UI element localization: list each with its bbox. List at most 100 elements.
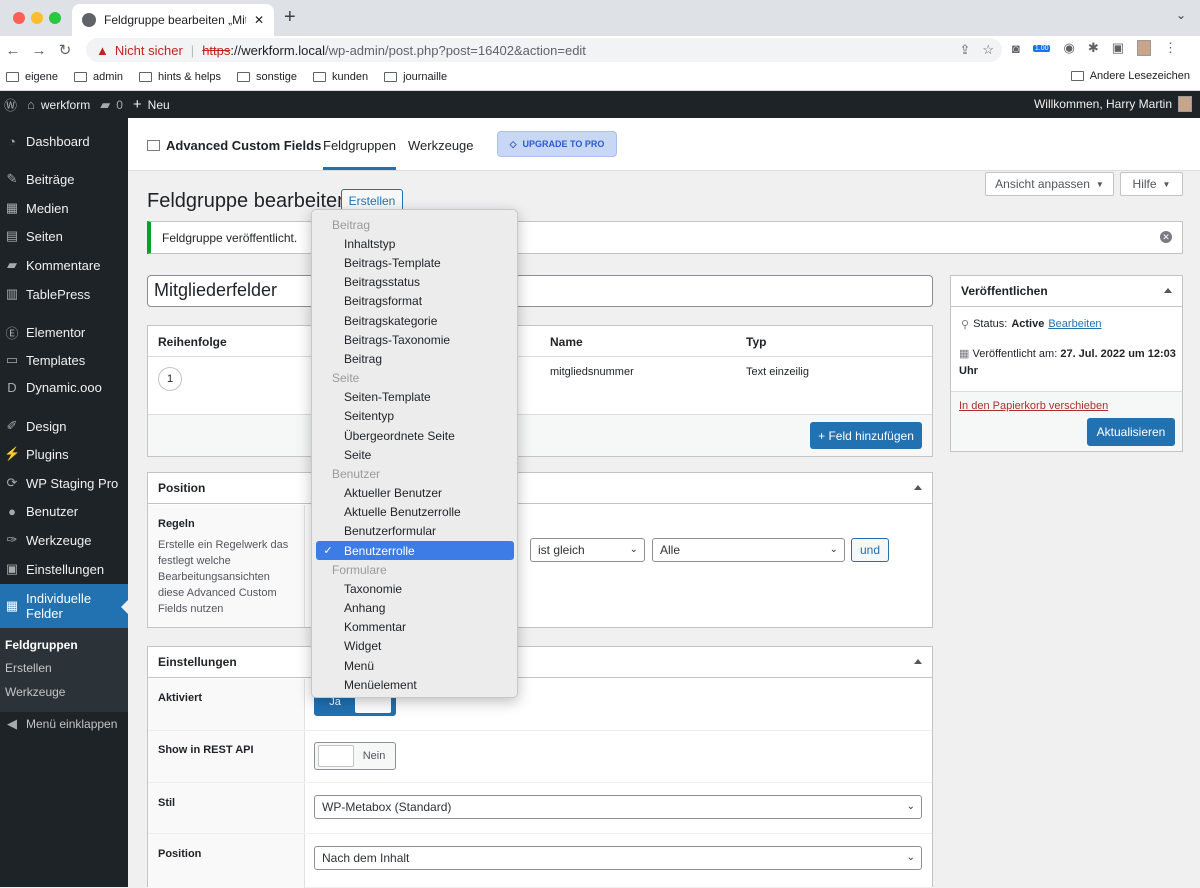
bookmark-folder[interactable]: sonstige [237, 71, 297, 83]
edit-status-link[interactable]: Bearbeiten [1048, 318, 1101, 331]
submenu-item-field-groups[interactable]: Feldgruppen [5, 638, 78, 652]
bookmark-folder[interactable]: journaille [384, 71, 447, 83]
extension-badge[interactable]: 1.00 [1032, 44, 1051, 52]
option-item[interactable]: Beitragsformat [344, 294, 422, 308]
sidebar-item-templates[interactable]: ▭ Templates [0, 352, 128, 368]
bookmark-folder[interactable]: admin [74, 71, 123, 83]
sidebar-item-elementor[interactable]: Ⓔ Elementor [0, 323, 128, 342]
option-item[interactable]: Aktuelle Benutzerrolle [344, 505, 461, 519]
tab-close-icon[interactable]: ✕ [254, 13, 264, 27]
option-item[interactable]: Beitrags-Template [344, 256, 441, 270]
browser-tab[interactable]: Feldgruppe bearbeiten „Mitglie… ✕ [72, 4, 274, 36]
security-label[interactable]: Nicht sicher [115, 43, 183, 58]
rule-operator-select[interactable]: ist gleich ⌄ [530, 538, 645, 562]
rule-value-select[interactable]: Alle ⌄ [652, 538, 845, 562]
upgrade-button[interactable]: ◇ UPGRADE TO PRO [497, 131, 617, 157]
sidebar-item-settings[interactable]: ▣ Einstellungen [0, 561, 128, 577]
sidebar-item-dashboard[interactable]: ◔ Dashboard [0, 134, 128, 149]
sidebar-item-posts[interactable]: ✎ Beiträge [0, 171, 128, 187]
sidebar-item-tablepress[interactable]: ▥ TablePress [0, 286, 128, 302]
camera-icon[interactable]: ◙ [1012, 41, 1020, 56]
toggle-arrow-icon[interactable] [1164, 288, 1172, 293]
option-item[interactable]: Beitragskategorie [344, 314, 437, 328]
option-item[interactable]: Seitentyp [344, 409, 394, 423]
option-item[interactable]: Beitrags-Taxonomie [344, 333, 450, 347]
option-item[interactable]: Beitragsstatus [344, 275, 420, 289]
address-bar[interactable]: ▲ Nicht sicher | https://werkform.local /… [86, 38, 1002, 62]
new-tab-icon[interactable]: + [284, 6, 296, 29]
sidebar-item-wpstaging[interactable]: ⟳ WP Staging Pro [0, 475, 128, 491]
bookmark-folder[interactable]: hints & helps [139, 71, 221, 83]
style-select[interactable]: WP-Metabox (Standard) ⌄ [314, 795, 922, 819]
site-name-link[interactable]: ⌂ werkform [27, 97, 90, 112]
sidebar-item-media[interactable]: ▦ Medien [0, 200, 128, 216]
extensions-icon[interactable]: ✱ [1088, 40, 1099, 56]
sidebar-item-design[interactable]: ✐ Design [0, 418, 128, 434]
sidebar-item-users[interactable]: ● Benutzer [0, 504, 128, 519]
title-input[interactable]: Mitgliederfelder [147, 275, 933, 307]
settings-box-header[interactable]: Einstellungen [148, 647, 932, 678]
option-item-selected[interactable]: ✓ Benutzerrolle [316, 541, 514, 560]
toggle-arrow-icon[interactable] [914, 485, 922, 490]
bookmark-star-icon[interactable]: ☆ [982, 42, 994, 58]
profile-avatar[interactable] [1137, 40, 1152, 56]
sidebar-item-plugins[interactable]: ⚡ Plugins [0, 446, 128, 462]
new-content-link[interactable]: + Neu [133, 96, 170, 113]
location-box-header[interactable]: Position [148, 473, 932, 504]
dismiss-icon[interactable]: ✕ [1160, 231, 1172, 243]
option-item[interactable]: Benutzerformular [344, 524, 436, 538]
share-icon[interactable]: ⇪ [959, 42, 970, 58]
submenu-item-add-new[interactable]: Erstellen [5, 661, 52, 675]
sidebar-item-comments[interactable]: ▰ Kommentare [0, 257, 128, 273]
publish-box-header[interactable]: Veröffentlichen [951, 276, 1182, 307]
screen-options-button[interactable]: Ansicht anpassen ▼ [985, 172, 1114, 196]
tab-tools[interactable]: Werkzeuge [408, 138, 474, 153]
update-button[interactable]: Aktualisieren [1087, 418, 1175, 446]
option-item[interactable]: Übergeordnete Seite [344, 429, 455, 443]
sidepanel-icon[interactable]: ▣ [1112, 40, 1124, 56]
password-icon[interactable]: ◉ [1063, 40, 1074, 56]
option-item[interactable]: Menüelement [344, 678, 417, 692]
other-bookmarks[interactable]: Andere Lesezeichen [1070, 70, 1190, 82]
comments-link[interactable]: ▰ 0 [100, 97, 123, 113]
location-param-dropdown[interactable]: Beitrag Inhaltstyp Beitrags-Template Bei… [311, 209, 518, 698]
trash-link[interactable]: In den Papierkorb verschieben [959, 400, 1108, 412]
back-icon[interactable]: ← [0, 42, 26, 59]
option-item[interactable]: Inhaltstyp [344, 237, 395, 251]
add-field-button[interactable]: + Feld hinzufügen [810, 422, 922, 449]
tab-search-icon[interactable]: ⌄ [1176, 8, 1186, 22]
sidebar-item-tools[interactable]: ✑ Werkzeuge [0, 532, 128, 548]
tab-field-groups[interactable]: Feldgruppen [323, 138, 396, 170]
option-item[interactable]: Seite [344, 448, 371, 462]
wordpress-logo-icon[interactable]: Ⓦ [4, 95, 17, 114]
warning-icon[interactable]: ▲ [96, 43, 109, 58]
toggle-arrow-icon[interactable] [914, 659, 922, 664]
menu-icon[interactable]: ⋮ [1164, 40, 1177, 56]
maximize-window-icon[interactable] [49, 12, 61, 24]
option-item[interactable]: Taxonomie [344, 582, 402, 596]
close-window-icon[interactable] [13, 12, 25, 24]
option-item[interactable]: Anhang [344, 601, 385, 615]
field-order[interactable]: 1 [158, 367, 182, 391]
bookmark-folder[interactable]: kunden [312, 71, 368, 83]
option-item[interactable]: Kommentar [344, 620, 406, 634]
reload-icon[interactable]: ↻ [52, 41, 78, 59]
rest-api-toggle[interactable]: Nein [314, 742, 396, 770]
option-item[interactable]: Aktueller Benutzer [344, 486, 442, 500]
position-select[interactable]: Nach dem Inhalt ⌄ [314, 846, 922, 870]
sidebar-item-pages[interactable]: ▤ Seiten [0, 228, 128, 244]
submenu-item-tools[interactable]: Werkzeuge [5, 685, 65, 699]
add-rule-and-button[interactable]: und [851, 538, 889, 562]
minimize-window-icon[interactable] [31, 12, 43, 24]
sidebar-item-custom-fields[interactable]: ▦ Individuelle Felder [0, 584, 128, 628]
option-item[interactable]: Beitrag [344, 352, 382, 366]
help-button[interactable]: Hilfe ▼ [1120, 172, 1183, 196]
sidebar-item-dynamic[interactable]: D Dynamic.ooo [0, 380, 128, 395]
option-item[interactable]: Seiten-Template [344, 390, 431, 404]
forward-icon[interactable]: → [26, 42, 52, 59]
option-item[interactable]: Menü [344, 659, 374, 673]
my-account-link[interactable]: Willkommen, Harry Martin [1034, 96, 1192, 112]
bookmark-folder[interactable]: eigene [6, 71, 58, 83]
collapse-menu-button[interactable]: ◀ Menü einklappen [0, 716, 128, 732]
option-item[interactable]: Widget [344, 639, 381, 653]
